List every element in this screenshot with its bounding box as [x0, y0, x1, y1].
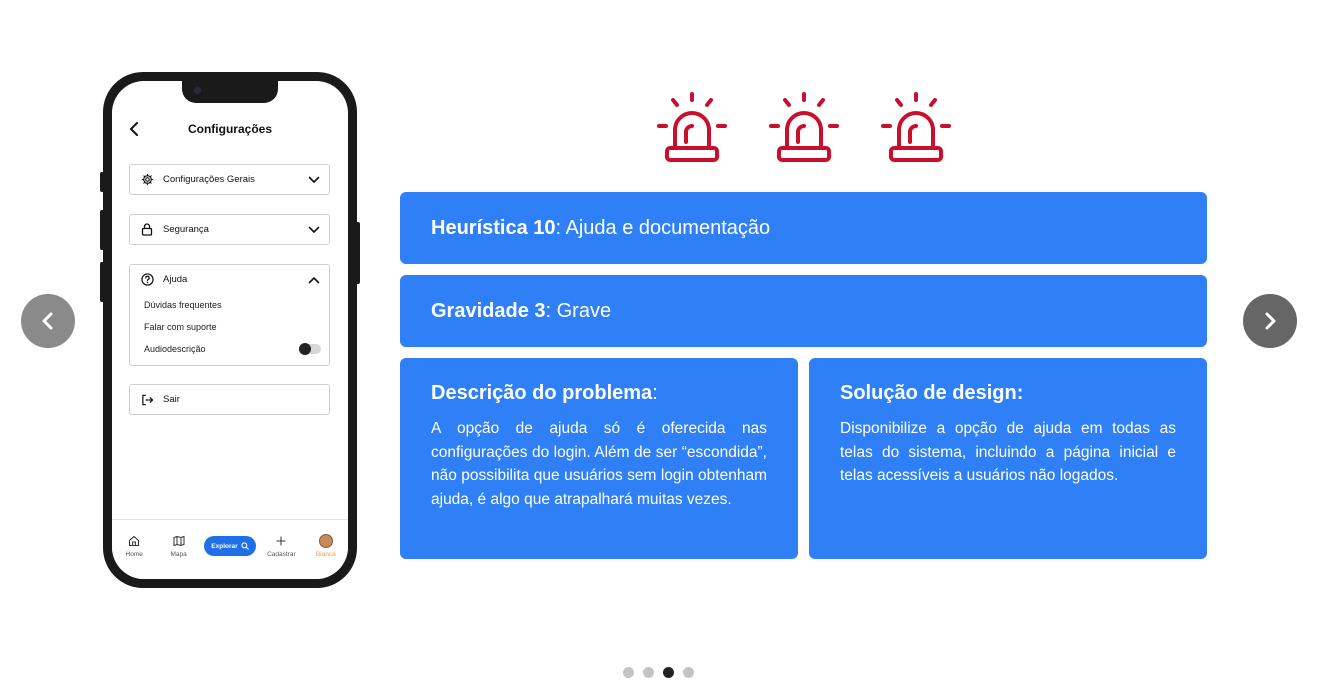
menu-label: Segurança	[163, 224, 209, 235]
home-icon	[127, 534, 141, 548]
alarm-siren-icon	[769, 92, 839, 162]
menu-label: Sair	[163, 394, 180, 405]
carousel-dot-active[interactable]	[663, 667, 674, 678]
tab-label: Home	[125, 551, 143, 558]
heuristic-card: Heurística 10: Ajuda e documentação	[400, 192, 1207, 264]
chevron-right-icon	[1265, 312, 1276, 330]
help-item-support[interactable]: Falar com suporte	[130, 316, 329, 338]
map-icon	[172, 534, 186, 548]
bottom-tab-bar: Home Mapa Explorar Cadastrar Bianca	[112, 519, 348, 579]
solution-text: Disponibilize a opção de ajuda em todas …	[840, 420, 1176, 484]
audiodescription-label: Audiodescrição	[144, 344, 206, 354]
help-item-faq[interactable]: Dúvidas frequentes	[130, 294, 329, 316]
severity-value: : Grave	[545, 299, 612, 322]
chevron-down-icon	[307, 173, 321, 187]
search-icon	[241, 542, 249, 550]
chevron-left-icon	[42, 312, 53, 330]
previous-slide-button[interactable]	[21, 294, 75, 348]
carousel-dots	[623, 667, 694, 678]
chevron-down-icon	[307, 223, 321, 237]
gear-icon	[140, 173, 154, 187]
problem-title: Descrição do problema	[431, 382, 653, 404]
alarm-siren-icon	[657, 92, 727, 162]
severity-card: Gravidade 3: Grave	[400, 275, 1207, 347]
phone-screen: Configurações Configurações Gerais Segur…	[112, 81, 348, 579]
app-header: Configurações	[112, 117, 348, 141]
explore-button[interactable]: Explorar	[203, 536, 256, 556]
page-title: Configurações	[187, 122, 272, 136]
tab-profile[interactable]: Bianca	[307, 534, 345, 558]
tab-home[interactable]: Home	[115, 534, 153, 558]
problem-title-colon: :	[652, 382, 658, 404]
menu-security[interactable]: Segurança	[129, 214, 330, 245]
tab-register[interactable]: Cadastrar	[262, 534, 300, 558]
carousel-dot[interactable]	[643, 667, 654, 678]
audiodescription-toggle[interactable]	[299, 343, 321, 355]
menu-general-settings[interactable]: Configurações Gerais	[129, 164, 330, 195]
carousel-dot[interactable]	[683, 667, 694, 678]
next-slide-button[interactable]	[1243, 294, 1297, 348]
tab-label: Bianca	[315, 551, 336, 558]
phone-mockup: Configurações Configurações Gerais Segur…	[100, 72, 360, 588]
heuristic-label: Heurística 10	[431, 216, 556, 239]
plus-icon	[274, 534, 288, 548]
chevron-left-icon	[130, 122, 138, 136]
tab-label: Cadastrar	[267, 551, 296, 558]
severity-alarms	[655, 90, 953, 166]
lock-icon	[140, 223, 154, 237]
phone-notch	[182, 81, 278, 103]
chevron-up-icon	[307, 273, 321, 287]
logout-icon	[140, 393, 154, 407]
menu-logout[interactable]: Sair	[129, 384, 330, 415]
back-button[interactable]	[124, 119, 144, 139]
menu-label: Ajuda	[163, 274, 188, 285]
solution-title: Solução de design:	[840, 382, 1024, 404]
carousel-dot[interactable]	[623, 667, 634, 678]
severity-label: Gravidade 3	[431, 299, 546, 322]
solution-card: Solução de design: Disponibilize a opção…	[809, 358, 1207, 559]
problem-card: Descrição do problema: A opção de ajuda …	[400, 358, 798, 559]
menu-help[interactable]: Ajuda Dúvidas frequentes Falar com supor…	[129, 264, 330, 366]
explore-label: Explorar	[211, 542, 238, 550]
help-item-audiodescription: Audiodescrição	[130, 338, 329, 360]
problem-text: A opção de ajuda só é oferecida nas conf…	[431, 420, 767, 508]
menu-label: Configurações Gerais	[163, 174, 255, 185]
tab-map[interactable]: Mapa	[160, 534, 198, 558]
avatar	[318, 534, 333, 548]
heuristic-value: : Ajuda e documentação	[555, 216, 771, 239]
help-circle-icon	[140, 273, 154, 287]
tab-label: Mapa	[170, 551, 187, 558]
alarm-siren-icon	[881, 92, 951, 162]
